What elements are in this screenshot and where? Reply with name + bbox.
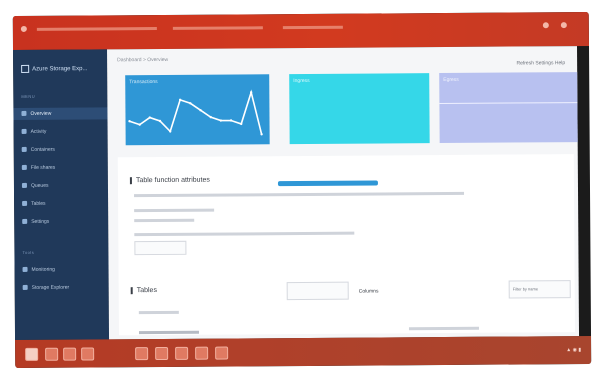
transactions-point — [128, 120, 131, 123]
transactions-point — [169, 130, 172, 133]
description-line — [134, 218, 195, 223]
transactions-point — [260, 133, 263, 136]
card-title: Egress — [443, 76, 459, 84]
transactions-point — [240, 122, 243, 126]
sidebar-item-storage-explorer[interactable]: Storage Explorer — [15, 281, 109, 294]
start-icon[interactable] — [25, 347, 39, 361]
container-icon — [21, 147, 27, 153]
storage-logo-icon — [21, 64, 30, 73]
transactions-point — [219, 119, 223, 122]
system-tray[interactable]: ▲ ◉ ▮ — [566, 347, 581, 353]
app-icon[interactable] — [175, 346, 189, 360]
sidebar-section-tools: Tools — [22, 249, 35, 255]
loading-progress-bar — [277, 180, 378, 187]
card-title: Ingress — [293, 77, 310, 85]
transactions-point — [138, 123, 141, 126]
table-row[interactable] — [138, 310, 179, 315]
task-view-icon[interactable] — [63, 347, 77, 361]
file-icon — [21, 165, 27, 171]
ingress-card[interactable]: Ingress — [289, 73, 430, 145]
sidebar-brand[interactable]: Azure Storage Exp... — [21, 64, 88, 73]
browser-title-bar — [12, 11, 590, 51]
main-content: Dashboard > Overview Refresh Settings He… — [107, 46, 580, 340]
transactions-point — [249, 91, 253, 94]
table-row[interactable] — [138, 330, 200, 335]
section-title: Table function attributes — [129, 176, 210, 185]
sidebar-item-monitoring[interactable]: Monitoring — [15, 263, 109, 276]
queue-icon — [21, 183, 27, 189]
sidebar-item-tables[interactable]: Tables — [14, 197, 108, 210]
app-icon[interactable] — [195, 346, 209, 360]
status-text — [408, 326, 479, 331]
transactions-series-line — [129, 89, 263, 135]
activity-icon — [21, 129, 27, 135]
app-icon[interactable] — [155, 346, 169, 361]
attribute-input[interactable] — [134, 240, 187, 256]
transactions-card[interactable]: Transactions — [125, 74, 270, 146]
sidebar-section-label: MENU — [21, 93, 36, 99]
transactions-point — [199, 109, 202, 112]
transactions-point — [209, 115, 212, 119]
app-icon[interactable] — [135, 347, 149, 361]
sidebar-item-containers[interactable]: Containers — [14, 143, 108, 156]
egress-card[interactable]: Egress — [439, 72, 578, 144]
transactions-point — [158, 119, 162, 123]
header-actions[interactable]: Refresh Settings Help — [516, 60, 565, 66]
breadcrumb[interactable]: Dashboard > Overview — [117, 57, 168, 63]
minimize-icon[interactable] — [542, 22, 549, 29]
close-icon[interactable] — [560, 22, 567, 29]
description-line — [134, 208, 215, 213]
card-divider — [439, 102, 578, 105]
sidebar-item-overview[interactable]: Overview — [13, 107, 108, 121]
filter-placeholder: Filter by name — [512, 286, 539, 292]
transactions-sparkline — [128, 89, 263, 136]
monitor-icon — [22, 267, 28, 273]
window-icon — [20, 25, 27, 32]
tables-title: Tables — [130, 287, 157, 295]
table-icon — [22, 201, 28, 207]
search-icon[interactable] — [45, 347, 59, 361]
taskbar: ▲ ◉ ▮ — [15, 335, 592, 369]
transactions-point — [178, 98, 182, 102]
transactions-point — [189, 102, 192, 105]
sidebar-item-file-shares[interactable]: File shares — [14, 161, 108, 174]
toolbar-strip — [282, 25, 343, 30]
sidebar: Azure Storage Exp... MENU Overview Activ… — [13, 49, 110, 341]
transactions-point — [148, 116, 151, 119]
address-bar[interactable] — [172, 26, 263, 30]
tab-strip[interactable] — [36, 27, 157, 31]
monitor-screen: Azure Storage Exp... MENU Overview Activ… — [12, 11, 592, 369]
sidebar-item-settings[interactable]: Settings — [14, 215, 108, 228]
explorer-icon — [22, 285, 28, 291]
sidebar-item-activity[interactable]: Activity — [14, 125, 108, 138]
app-icon[interactable] — [215, 346, 229, 360]
explorer-icon[interactable] — [81, 347, 95, 361]
sidebar-item-queues[interactable]: Queues — [14, 179, 108, 192]
columns-label[interactable]: Columns — [359, 288, 379, 294]
query-box[interactable] — [286, 281, 349, 301]
transactions-point — [229, 119, 233, 122]
settings-icon — [22, 219, 28, 225]
home-icon — [21, 111, 27, 117]
